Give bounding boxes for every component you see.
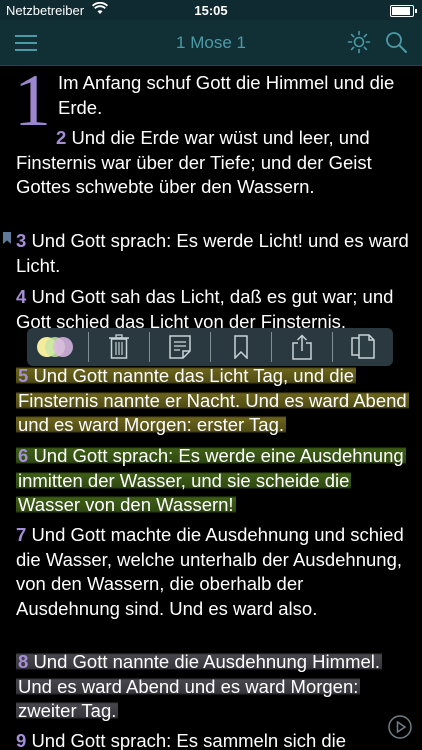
verse-7[interactable]: 7 Und Gott machte die Ausdehnung und sch… xyxy=(16,523,410,621)
verse-9[interactable]: 9 Und Gott sprach: Es sammeln sich die xyxy=(16,729,410,750)
verse-highlight: 5 Und Gott nannte das Licht Tag, und die… xyxy=(16,365,409,435)
verse-highlight: 6 Und Gott sprach: Es werde eine Ausdehn… xyxy=(16,445,406,515)
verse-number: 6 xyxy=(18,445,29,466)
trash-icon[interactable] xyxy=(89,328,149,366)
verse-highlight: 8 Und Gott nannte die Ausdehnung Himmel.… xyxy=(16,651,383,721)
play-icon[interactable] xyxy=(388,715,412,739)
verse-text: Und Gott nannte die Ausdehnung Himmel. U… xyxy=(18,651,381,721)
chapter-content[interactable]: 1 Im Anfang schuf Gott die Himmel und di… xyxy=(0,66,422,750)
verse-number: 5 xyxy=(18,365,29,386)
verse-text: Und Gott sprach: Es sammeln sich die xyxy=(31,730,347,750)
verse-3[interactable]: 3 Und Gott sprach: Es werde Licht! und e… xyxy=(16,229,410,278)
verse-action-toolbar xyxy=(27,328,393,366)
bookmark-icon[interactable] xyxy=(211,328,271,366)
search-icon[interactable] xyxy=(384,30,408,54)
verse-6[interactable]: 6 Und Gott sprach: Es werde eine Ausdehn… xyxy=(16,444,410,518)
highlight-color-icon[interactable] xyxy=(27,328,87,366)
verse-2[interactable]: 2 Und die Erde war wüst und leer, und Fi… xyxy=(16,126,410,200)
verse-number: 4 xyxy=(16,286,27,307)
note-icon[interactable] xyxy=(150,328,210,366)
verse-number: 2 xyxy=(56,127,67,148)
verse-text: Und Gott machte die Ausdehnung und schie… xyxy=(16,524,404,619)
status-bar: Netzbetreiber 15:05 xyxy=(0,0,422,20)
verse-1[interactable]: Im Anfang schuf Gott die Himmel und die … xyxy=(58,71,410,120)
verse-text: Im Anfang schuf Gott die Himmel und die … xyxy=(58,72,395,118)
bookmark-marker-icon xyxy=(3,232,11,244)
verse-text: Und die Erde war wüst und leer, und Fins… xyxy=(16,127,372,197)
verse-number: 9 xyxy=(16,730,27,750)
verse-5[interactable]: 5 Und Gott nannte das Licht Tag, und die… xyxy=(16,364,410,438)
verse-text: Und Gott nannte das Licht Tag, und die F… xyxy=(18,365,407,435)
verse-4[interactable]: 4 Und Gott sah das Licht, daß es gut war… xyxy=(16,285,410,334)
share-icon[interactable] xyxy=(272,328,332,366)
verse-text: Und Gott sah das Licht, daß es gut war; … xyxy=(16,286,394,332)
brightness-icon[interactable] xyxy=(347,30,371,54)
navigation-bar: 1 Mose 1 xyxy=(0,20,422,66)
verse-text: Und Gott sprach: Es werde eine Ausdehnun… xyxy=(18,445,404,515)
verse-number: 7 xyxy=(16,524,27,545)
battery-icon xyxy=(390,5,417,17)
copy-icon[interactable] xyxy=(333,328,393,366)
verse-8[interactable]: 8 Und Gott nannte die Ausdehnung Himmel.… xyxy=(16,650,410,724)
status-time: 15:05 xyxy=(194,3,228,18)
verse-text: Und Gott sprach: Es werde Licht! und es … xyxy=(16,230,409,276)
verse-number: 3 xyxy=(16,230,27,251)
verse-number: 8 xyxy=(18,651,29,672)
